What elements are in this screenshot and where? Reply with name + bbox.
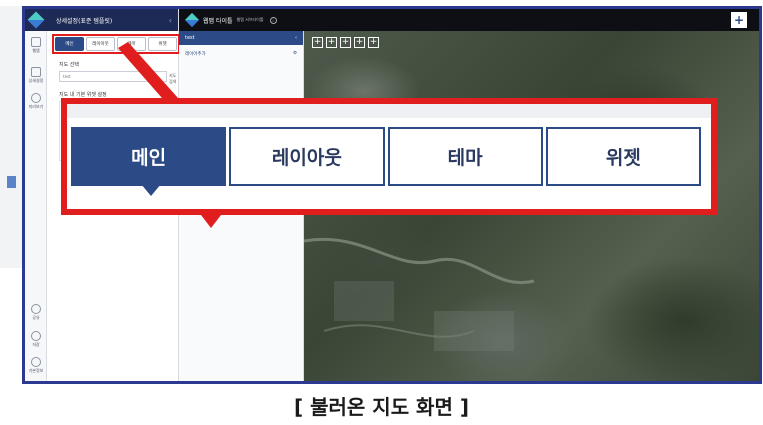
callout-inner: 메인 레이아웃 테마 위젯: [67, 104, 711, 209]
zoomed-tab-bar: 메인 레이아웃 테마 위젯: [71, 127, 701, 196]
callout-strip: [67, 104, 711, 118]
tab-main[interactable]: 메인: [71, 127, 227, 196]
zoom-callout: 메인 레이아웃 테마 위젯: [61, 98, 717, 215]
tab-widget[interactable]: 위젯: [545, 127, 701, 186]
figure-caption: [ 불러온 지도 화면 ]: [294, 395, 469, 419]
tab-theme[interactable]: 테마: [387, 127, 543, 186]
stage: 웹맵 상세설정 미리보기 공유 저장 기본정보 상세설정(표준 템플릿) ‹ 메…: [0, 0, 763, 425]
tab-layout[interactable]: 레이아웃: [229, 127, 385, 186]
